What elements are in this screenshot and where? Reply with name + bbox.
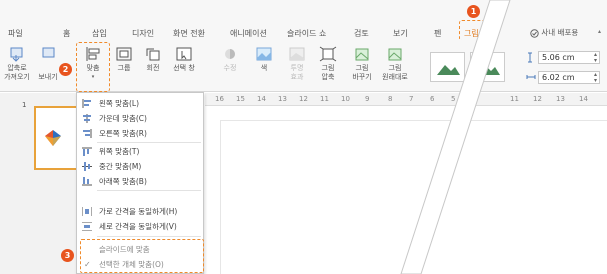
distribute-horizontal-icon [82,207,92,216]
callout-badge-2: 2 [59,63,72,76]
share-status[interactable]: 사내 배포용 [530,27,578,38]
import-button[interactable]: 압축로 가져오기 [2,46,32,82]
transparency-button[interactable]: 투명 효과 [284,46,310,82]
collapse-ribbon-icon[interactable]: ▴ [598,28,601,35]
group-icon [116,47,132,61]
compress-icon [319,46,337,62]
width-spinner-icon[interactable]: ▴ ▾ [594,72,597,84]
menu-item-align-right[interactable]: 오른쪽 맞춤(R) [77,126,203,141]
ruler-tick: 6 [430,95,435,103]
menu-separator [97,142,201,143]
ruler-tick: 11 [510,95,519,103]
callout-badge-3: 3 [61,249,74,262]
horizontal-ruler: 16 15 14 13 12 11 10 9 8 7 6 5 11 12 13 … [205,93,607,106]
align-options-highlight [80,239,204,273]
group-button[interactable]: 그룹 [112,46,136,73]
callout-badge-1: 1 [467,5,480,18]
tab-slideshow[interactable]: 슬라이드 쇼 [287,28,326,39]
ruler-tick: 12 [299,95,308,103]
height-input[interactable]: 5.06 cm ▴ ▾ [538,51,600,64]
ruler-tick: 13 [556,95,565,103]
tab-home[interactable]: 홈 [63,28,70,39]
size-panel: 5.06 cm ▴ ▾ 6.02 cm ▴ ▾ [516,40,607,92]
rotate-icon [146,48,160,61]
slide-number: 1 [22,101,27,109]
adjust-button[interactable]: 수정 [218,46,242,73]
share-icon [530,28,539,38]
selection-pane-button[interactable]: 선택 창 [167,46,201,73]
height-spinner-icon[interactable]: ▴ ▾ [594,52,597,64]
ruler-tick: 10 [341,95,350,103]
slide-thumbnail[interactable] [34,106,78,170]
selection-pane-icon [176,47,192,61]
ruler-tick: 15 [236,95,245,103]
reset-picture-icon [388,48,402,61]
menu-item-align-top[interactable]: 위쪽 맞춤(T) [77,144,203,159]
tab-transitions[interactable]: 화면 전환 [173,28,205,39]
picture-style-thumb-icon [437,65,460,75]
align-middle-icon [82,162,92,171]
picture-thumb-icon [45,130,61,146]
change-picture-icon [355,48,369,61]
menu-bar: 파일 홈 삽입 디자인 화면 전환 애니메이션 슬라이드 쇼 검토 보기 펜 그… [0,0,607,41]
color-icon [256,47,272,61]
ruler-tick: 7 [409,95,414,103]
width-input[interactable]: 6.02 cm ▴ ▾ [538,71,600,84]
menu-item-align-center[interactable]: 가운데 맞춤(C) [77,111,203,126]
picture-style-thumb-icon [477,65,500,75]
ruler-tick: 8 [388,95,393,103]
align-bottom-icon [82,177,92,186]
import-icon [10,47,23,62]
ruler-tick: 9 [365,95,370,103]
ruler-tick: 16 [215,95,224,103]
tab-insert[interactable]: 삽입 [92,28,107,39]
ruler-tick: 5 [451,95,456,103]
ruler-tick: 14 [257,95,266,103]
align-button-highlight [76,42,110,92]
align-left-icon [82,99,91,108]
rotate-button[interactable]: 회전 [141,46,165,73]
align-top-icon [82,147,92,156]
ruler-tick: 14 [579,95,588,103]
reset-picture-button[interactable]: 그림 원래대로 [378,46,412,82]
menu-separator [97,236,201,237]
tab-pen[interactable]: 펜 [434,28,441,39]
menu-item-distribute-vertical[interactable]: 세로 간격을 동일하게(V) [77,219,203,234]
adjust-icon [225,49,235,59]
tab-file[interactable]: 파일 [8,28,23,39]
menu-separator [97,190,201,191]
ruler-tick: 11 [320,95,329,103]
menu-item-align-bottom[interactable]: 아래쪽 맞춤(B) [77,174,203,189]
menu-item-align-left[interactable]: 왼쪽 맞춤(L) [77,96,203,111]
picture-style-1[interactable] [430,52,465,82]
slide-editing-area[interactable] [220,120,607,274]
tab-review[interactable]: 검토 [354,28,369,39]
distribute-vertical-icon [82,222,92,231]
tab-view[interactable]: 보기 [393,28,408,39]
change-picture-button[interactable]: 그림 바꾸기 [348,46,376,82]
tab-animations[interactable]: 애니메이션 [230,28,267,39]
color-button[interactable]: 색 [252,46,276,73]
menu-item-align-middle[interactable]: 중간 맞춤(M) [77,159,203,174]
tab-design[interactable]: 디자인 [132,28,154,39]
picture-tab-highlight [459,20,487,41]
width-icon [526,75,536,79]
align-center-icon [83,114,91,123]
compress-button[interactable]: 그림 압축 [315,46,341,82]
ruler-tick: 13 [278,95,287,103]
transparency-icon [289,47,305,61]
menu-item-distribute-horizontal[interactable]: 가로 간격을 동일하게(H) [77,204,203,219]
share-label: 사내 배포용 [541,28,579,37]
send-icon [42,47,55,58]
ruler-tick: 12 [533,95,542,103]
send-button[interactable]: 보내기 [34,46,62,82]
align-right-icon [83,129,92,138]
height-icon [528,52,532,63]
picture-style-2[interactable] [470,52,505,82]
